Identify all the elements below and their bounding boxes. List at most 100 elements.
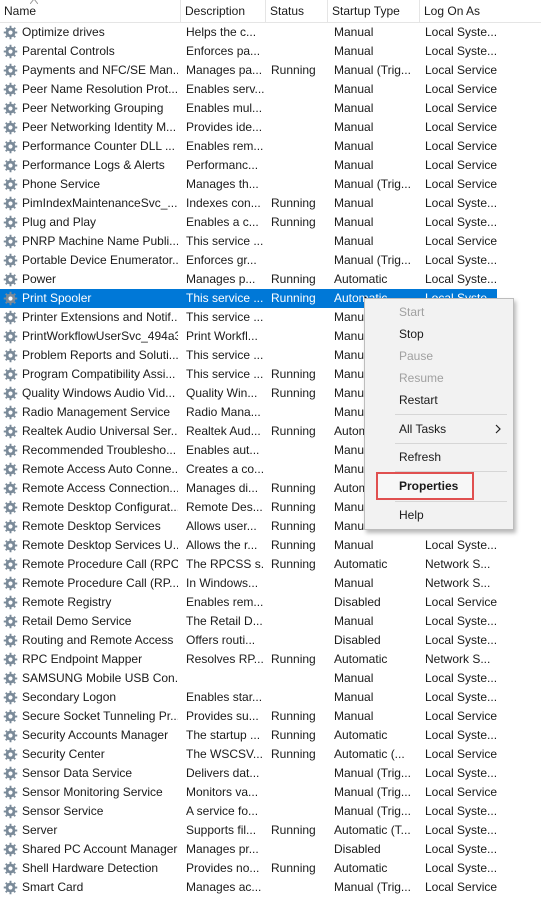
service-row[interactable]: PimIndexMaintenanceSvc_... Indexes con...… [0,194,541,213]
service-name: Program Compatibility Assi... [22,367,176,381]
service-status: Running [271,652,316,666]
service-description: A service fo... [186,804,259,818]
service-status [271,669,327,688]
column-header-startup-type-label: Startup Type [332,4,400,18]
service-row[interactable]: Shared PC Account Manager Manages pr... Di… [0,840,541,859]
service-startup-type: Manual [334,215,374,229]
service-startup-type: Manual [334,82,374,96]
service-log-on-as: Local Syste... [425,823,497,837]
column-header-startup-type[interactable]: Startup Type [328,0,420,22]
column-header-log-on-as[interactable]: Log On As [420,0,541,22]
service-row[interactable]: Payments and NFC/SE Man... Manages pa... R… [0,61,541,80]
service-row[interactable]: Remote Procedure Call (RP... In Windows..… [0,574,541,593]
service-log-on-as: Local Syste... [425,196,497,210]
service-row[interactable]: Phone Service Manages th... Manual (Trig..… [0,175,541,194]
service-row[interactable]: Shell Hardware Detection Provides no... Ru… [0,859,541,878]
service-status [271,593,327,612]
service-status: Running [271,500,316,514]
service-description: This service ... [186,367,264,381]
service-status: Running [271,538,316,552]
service-row[interactable]: PNRP Machine Name Publi... This service .… [0,232,541,251]
menu-item-properties[interactable]: Properties [399,476,458,496]
column-header-description[interactable]: Description [181,0,266,22]
service-status: Running [271,367,316,381]
service-description: Manages p... [186,272,256,286]
menu-item-stop[interactable]: Stop [399,324,424,344]
service-row[interactable]: Optimize drives Helps the c... Manual Local… [0,23,541,42]
menu-item-start[interactable]: Start [399,302,424,322]
service-row[interactable]: Sensor Service A service fo... Manual (Tri… [0,802,541,821]
menu-item-pause[interactable]: Pause [399,346,433,366]
service-status [271,23,327,42]
service-status [271,308,327,327]
service-description: Creates a co... [186,462,264,476]
service-row[interactable]: Remote Procedure Call (RPC) The RPCSS s..… [0,555,541,574]
service-row[interactable]: Peer Networking Identity M... Provides id… [0,118,541,137]
service-row[interactable]: Peer Networking Grouping Enables mul... Ma… [0,99,541,118]
gear-service-icon [3,842,18,857]
menu-item-all-tasks[interactable]: All Tasks [399,419,446,439]
service-row[interactable]: RPC Endpoint Mapper Resolves RP... Running… [0,650,541,669]
service-status: Running [271,215,316,229]
service-startup-type: Manual [334,671,374,685]
service-row[interactable]: Server Supports fil... Running Automatic (T… [0,821,541,840]
service-row[interactable]: SAMSUNG Mobile USB Con... Manual Local Sys… [0,669,541,688]
service-row[interactable]: Remote Desktop Services U... Allows the r… [0,536,541,555]
service-startup-type: Automatic (T... [334,823,411,837]
service-status: Running [271,272,316,286]
service-row[interactable]: Secure Socket Tunneling Pr... Provides su… [0,707,541,726]
service-row[interactable]: Plug and Play Enables a c... Running Manual… [0,213,541,232]
service-name: Remote Procedure Call (RPC) [22,557,178,571]
service-row[interactable]: Sensor Data Service Delivers dat... Manual… [0,764,541,783]
service-status [271,631,327,650]
service-log-on-as: Local Service [425,101,497,115]
menu-item-refresh[interactable]: Refresh [399,447,441,467]
service-name: Security Center [22,747,105,761]
menu-item-restart[interactable]: Restart [399,390,438,410]
service-log-on-as: Local Service [425,177,497,191]
service-row[interactable]: Security Center The WSCSV... Running Automa… [0,745,541,764]
service-description: Offers routi... [186,633,256,647]
service-row[interactable]: Smart Card Manages ac... Manual (Trig... Lo… [0,878,541,897]
menu-item-help[interactable]: Help [399,505,424,525]
service-row[interactable]: Retail Demo Service The Retail D... Manual… [0,612,541,631]
menu-item-resume[interactable]: Resume [399,368,444,388]
service-row[interactable]: Portable Device Enumerator... Enforces gr… [0,251,541,270]
service-row[interactable]: Routing and Remote Access Offers routi...… [0,631,541,650]
gear-service-icon [3,880,18,895]
service-row[interactable]: Power Manages p... Running Automatic Local S… [0,270,541,289]
service-description: The RPCSS s... [186,557,264,571]
service-row[interactable]: Sensor Monitoring Service Monitors va... M… [0,783,541,802]
service-row[interactable]: Parental Controls Enforces pa... Manual Loc… [0,42,541,61]
service-log-on-as: Local Syste... [425,44,497,58]
gear-service-icon [3,177,18,192]
service-row[interactable]: Secondary Logon Enables star... Manual Loca… [0,688,541,707]
service-row[interactable]: Security Accounts Manager The startup ...… [0,726,541,745]
service-row[interactable]: Performance Counter DLL ... Enables rem..… [0,137,541,156]
service-startup-type: Manual (Trig... [334,63,411,77]
service-description: Helps the c... [186,25,257,39]
service-row[interactable]: Peer Name Resolution Prot... Enables serv… [0,80,541,99]
service-name: Retail Demo Service [22,614,132,628]
column-header-name[interactable]: Name [0,0,181,22]
service-row[interactable]: Remote Registry Enables rem... Disabled Loc… [0,593,541,612]
service-description: Enables rem... [186,595,264,609]
service-name: RPC Endpoint Mapper [22,652,143,666]
gear-service-icon [3,766,18,781]
service-description: Enables serv... [186,82,264,96]
service-description: Indexes con... [186,196,261,210]
service-description: This service ... [186,310,264,324]
service-name: Radio Management Service [22,405,171,419]
service-name: Peer Networking Identity M... [22,120,177,134]
column-header-status[interactable]: Status [266,0,328,22]
service-row[interactable]: Performance Logs & Alerts Performanc... Ma… [0,156,541,175]
gear-service-icon [3,367,18,382]
service-startup-type: Manual (Trig... [334,253,411,267]
service-description [186,669,264,688]
service-name: Performance Logs & Alerts [22,158,165,172]
service-name: Shell Hardware Detection [22,861,159,875]
service-name: Shared PC Account Manager [22,842,178,856]
gear-service-icon [3,823,18,838]
service-name: Remote Desktop Services U... [22,538,178,552]
gear-service-icon [3,728,18,743]
